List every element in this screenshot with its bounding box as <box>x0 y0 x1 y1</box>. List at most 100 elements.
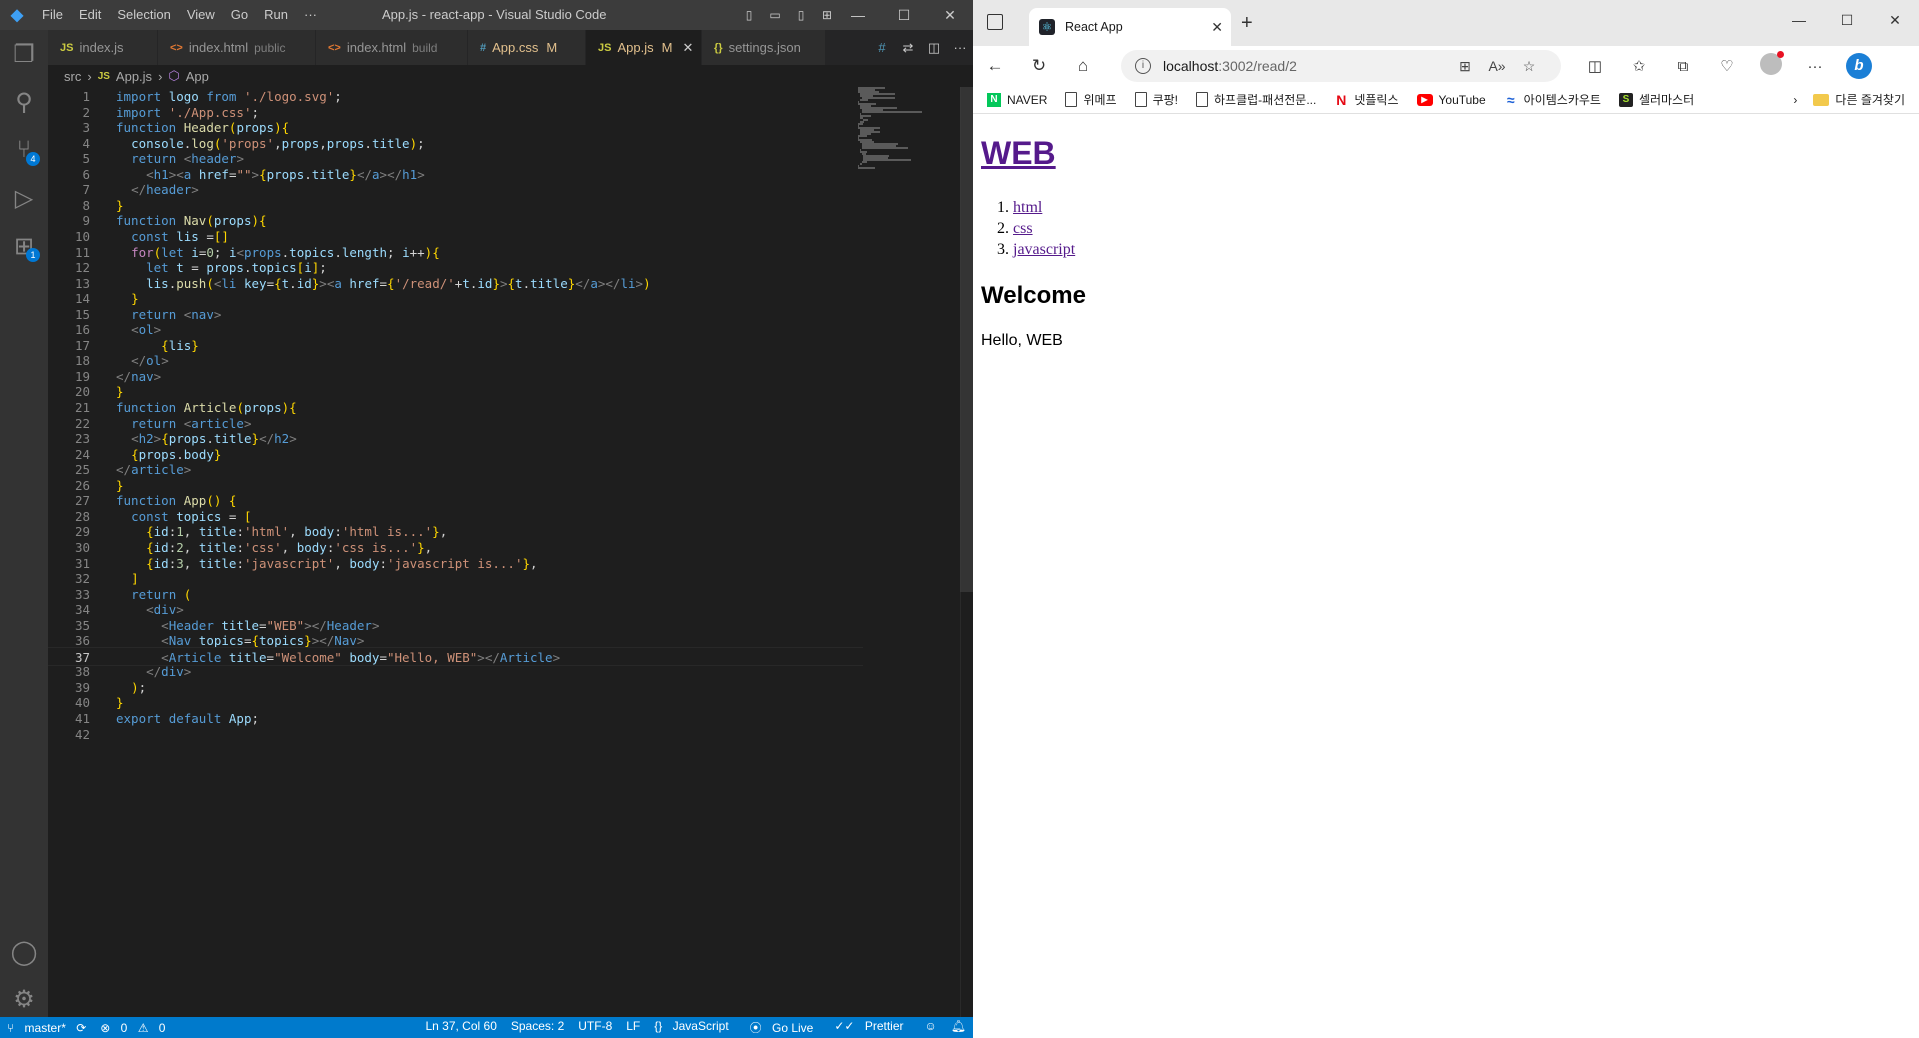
add-favorite-star-icon[interactable]: ☆ <box>1513 58 1545 75</box>
minimap[interactable] <box>858 87 938 177</box>
split-editor-icon[interactable]: ◫ <box>921 40 947 56</box>
prettier-status[interactable]: ✓✓ Prettier <box>827 1019 917 1036</box>
favorite-wemakeprice[interactable]: 위메프 <box>1065 91 1117 108</box>
favorite-youtube[interactable]: ▶ YouTube <box>1416 93 1486 107</box>
menu-selection[interactable]: Selection <box>109 0 178 30</box>
nav-list-item: css <box>1013 218 1075 239</box>
status-bar: ⑂ master* ⟳ ⊗ 0 ⚠ 0 Ln 37, Col 60 Spaces… <box>0 1017 973 1038</box>
favorites-icon[interactable]: ✩ <box>1617 57 1661 75</box>
go-live-button[interactable]: ⦿ Go Live <box>743 1019 828 1036</box>
other-favorites[interactable]: 다른 즐겨찾기 <box>1835 91 1905 108</box>
bing-copilot-icon[interactable]: b <box>1837 53 1881 79</box>
nav-link-css[interactable]: css <box>1013 220 1033 237</box>
settings-more-icon[interactable]: ··· <box>1793 58 1837 75</box>
notifications-bell-icon[interactable]: 🔔︎ <box>944 1019 973 1036</box>
end-of-line[interactable]: LF <box>619 1019 647 1036</box>
settings-gear-icon[interactable]: ⚙ <box>0 975 48 1023</box>
menu-view[interactable]: View <box>179 0 223 30</box>
tab-actions-menu-icon[interactable] <box>987 14 1003 30</box>
js-file-icon: JS <box>598 41 612 54</box>
problems-indicator[interactable]: ⊗ 0 ⚠ 0 <box>93 1021 179 1035</box>
collections-icon[interactable]: ⧉ <box>1661 58 1705 75</box>
extensions-icon[interactable]: ⊞ 1 <box>0 222 48 270</box>
tab-label: App.js <box>617 40 654 55</box>
favorite-label: NAVER <box>1007 92 1048 107</box>
explorer-icon[interactable]: ❐ <box>0 30 48 78</box>
menu-go[interactable]: Go <box>223 0 256 30</box>
breadcrumb-symbol[interactable]: App <box>186 69 209 84</box>
open-changes-icon[interactable]: ⇄ <box>895 40 921 56</box>
favorite-coupang[interactable]: 쿠팡! <box>1134 91 1178 108</box>
overflow-tab-css-icon[interactable]: # <box>869 40 895 55</box>
menu-edit[interactable]: Edit <box>71 0 109 30</box>
browser-essentials-icon[interactable]: ♡ <box>1705 57 1749 75</box>
split-screen-icon[interactable]: ◫ <box>1573 57 1617 75</box>
tab-index-html-build[interactable]: <> index.html build <box>316 30 468 65</box>
indentation[interactable]: Spaces: 2 <box>504 1019 571 1036</box>
favorite-label: 하프클럽-패션전문... <box>1214 93 1317 107</box>
minimize-button[interactable]: — <box>835 0 881 30</box>
tab-index-html-public[interactable]: <> index.html public <box>158 30 316 65</box>
edge-browser-window: ⚛ React App ✕ + — ☐ ✕ ← ↻ ⌂ i localhost:… <box>973 0 1919 1038</box>
editor-scrollbar-thumb[interactable] <box>960 87 974 592</box>
url-path: :3002/read/2 <box>1218 58 1297 74</box>
breadcrumb-file[interactable]: App.js <box>116 69 152 84</box>
window-controls: — ☐ ✕ <box>835 0 973 30</box>
favorite-netflix[interactable]: N 넷플릭스 <box>1334 91 1398 108</box>
toggle-primary-sidebar-icon[interactable]: ▯ <box>736 8 762 22</box>
refresh-button[interactable]: ↻ <box>1017 56 1061 76</box>
toggle-panel-icon[interactable]: ▭ <box>762 8 788 22</box>
web-page-content: WEB html css javascript Welcome Hello, W… <box>973 114 1919 1038</box>
code-line[interactable]: 42 <box>48 725 863 744</box>
read-aloud-icon[interactable]: A» <box>1481 58 1513 74</box>
new-tab-button[interactable]: + <box>1241 12 1253 35</box>
favorite-itemscout[interactable]: ≈ 아이템스카우트 <box>1504 91 1601 108</box>
site-info-icon[interactable]: i <box>1135 58 1151 74</box>
breadcrumb-folder[interactable]: src <box>64 69 81 84</box>
back-button[interactable]: ← <box>973 56 1017 76</box>
run-debug-icon[interactable]: ▷ <box>0 174 48 222</box>
tab-index-js[interactable]: JS index.js <box>48 30 158 65</box>
nav-link-html[interactable]: html <box>1013 199 1042 216</box>
browser-close-button[interactable]: ✕ <box>1871 0 1919 40</box>
close-window-button[interactable]: ✕ <box>927 0 973 30</box>
chevron-right-icon[interactable]: › <box>1793 93 1797 107</box>
tab-app-js[interactable]: JS App.js M ✕ <box>586 30 702 65</box>
close-tab-icon[interactable]: ✕ <box>1211 19 1223 36</box>
git-branch[interactable]: ⑂ master* ⟳ <box>0 1021 93 1035</box>
more-actions-icon[interactable]: ··· <box>947 40 973 55</box>
menu-run[interactable]: Run <box>256 0 296 30</box>
search-icon[interactable]: ⚲ <box>0 78 48 126</box>
address-bar[interactable]: i localhost:3002/read/2 ⊞ A» ☆ <box>1121 50 1561 82</box>
menu-bar: File Edit Selection View Go Run ··· <box>34 0 325 30</box>
favorite-sellermaster[interactable]: S 셀러마스터 <box>1618 91 1694 108</box>
close-tab-icon[interactable]: ✕ <box>682 40 693 56</box>
profile-avatar[interactable] <box>1749 51 1793 79</box>
browser-tab-react-app[interactable]: ⚛ React App ✕ <box>1029 8 1231 46</box>
encoding[interactable]: UTF-8 <box>571 1019 619 1036</box>
favorite-naver[interactable]: N NAVER <box>987 92 1048 107</box>
toggle-secondary-sidebar-icon[interactable]: ▯ <box>788 8 814 22</box>
nav-link-javascript[interactable]: javascript <box>1013 241 1075 258</box>
html-file-icon: <> <box>170 41 183 54</box>
accounts-icon[interactable]: ◯ <box>0 928 48 976</box>
tab-settings-json[interactable]: {} settings.json <box>702 30 826 65</box>
app-available-icon[interactable]: ⊞ <box>1449 58 1481 75</box>
source-control-icon[interactable]: ⑂ 4 <box>0 126 48 174</box>
activity-bar: ❐ ⚲ ⑂ 4 ▷ ⊞ 1 ◯ ⚙ <box>0 30 48 1017</box>
tab-app-css[interactable]: # App.css M <box>468 30 586 65</box>
menu-file[interactable]: File <box>34 0 71 30</box>
menu-more[interactable]: ··· <box>296 0 325 30</box>
language-mode[interactable]: {} JavaScript <box>647 1019 742 1036</box>
header-link[interactable]: WEB <box>981 135 1056 171</box>
favorite-halfclub[interactable]: 하프클럽-패션전문... <box>1196 91 1316 108</box>
code-editor[interactable]: 1 import logo from './logo.svg'; 2 import '… <box>48 87 974 1017</box>
browser-maximize-button[interactable]: ☐ <box>1823 0 1871 40</box>
tab-label: index.js <box>79 40 124 55</box>
cursor-position[interactable]: Ln 37, Col 60 <box>418 1019 503 1036</box>
feedback-icon[interactable]: ☺ <box>918 1019 944 1036</box>
maximize-button[interactable]: ☐ <box>881 0 927 30</box>
vscode-logo-icon: ◆ <box>10 7 24 24</box>
browser-minimize-button[interactable]: — <box>1775 0 1823 40</box>
home-button[interactable]: ⌂ <box>1061 56 1105 76</box>
